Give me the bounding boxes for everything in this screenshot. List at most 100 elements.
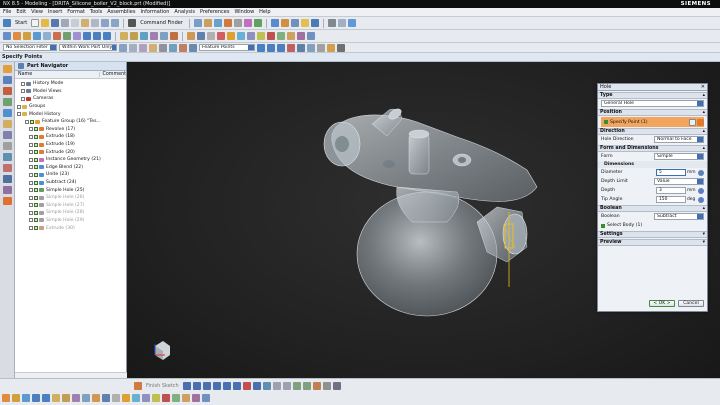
expand-toggle-icon[interactable] [29,134,33,139]
menu-insert[interactable]: Insert [48,9,62,15]
arc-icon[interactable] [202,382,211,390]
select-icon[interactable] [119,43,127,52]
undo-icon[interactable] [101,19,110,27]
delete-icon[interactable] [91,19,100,27]
menu-preferences[interactable]: Preferences [200,9,229,15]
menu-format[interactable]: Format [67,9,85,15]
tree-row[interactable]: Revolve (17) [15,126,126,134]
tree-row[interactable]: Edge Blend (22) [15,164,126,172]
unite-icon[interactable] [32,394,40,402]
point-dialog-icon[interactable] [697,118,704,126]
shell-icon[interactable] [150,32,158,40]
snap-existing-point-icon[interactable] [327,43,335,52]
tree-row[interactable]: Feature Group (16) "Tes... [15,118,126,126]
trim-icon[interactable] [272,382,281,390]
snap-icon[interactable] [337,43,345,52]
fillet-icon[interactable] [222,382,231,390]
menu-tools[interactable]: Tools [90,9,102,15]
mirror-curve-icon[interactable] [312,382,321,390]
project-curve-icon[interactable] [182,394,190,402]
tools-icon[interactable] [203,19,212,27]
model-icon[interactable] [253,19,262,27]
draft-icon[interactable] [140,32,148,40]
visibility-checkbox[interactable] [34,226,38,231]
snap-point-on-curve-icon[interactable] [307,43,315,52]
menu-file[interactable]: File [3,9,11,15]
sketch-settings-icon[interactable] [332,382,341,390]
replace-face-icon[interactable] [277,32,285,40]
cancel-button[interactable]: Cancel [678,300,704,307]
body-icon[interactable] [189,43,197,52]
tree-row[interactable]: Subtract (24) [15,179,126,187]
boolean-dropdown[interactable]: Subtract [654,213,704,220]
history-icon[interactable] [2,131,12,139]
synchronous-icon[interactable] [247,32,255,40]
value-menu-icon[interactable] [698,187,704,194]
save-icon[interactable] [51,19,60,27]
column-name[interactable]: Name [15,72,101,77]
section-type[interactable]: Type ▴ [598,92,707,99]
tree-row[interactable]: Extrude (30) [15,224,126,232]
visibility-checkbox[interactable] [34,218,38,223]
selection-filter-dropdown[interactable]: No Selection Filter [3,44,57,51]
section-settings[interactable]: Settings ▾ [598,231,707,238]
expand-toggle-icon[interactable] [29,180,33,185]
tree-row[interactable]: Simple Hole (29) [15,217,126,225]
visibility-checkbox[interactable] [34,195,38,200]
lasso-icon[interactable] [149,43,157,52]
measure-icon[interactable] [213,19,222,27]
assembly-navigator-icon[interactable] [2,65,12,73]
more-icon[interactable] [202,394,210,402]
scope-dropdown[interactable]: Within Work Part Only [59,44,117,51]
profile-icon[interactable] [182,382,191,390]
pocket-icon[interactable] [53,32,61,40]
tree-row[interactable]: Extrude (19) [15,141,126,149]
visibility-checkbox[interactable] [34,203,38,208]
copy-icon[interactable] [71,19,80,27]
window-icon[interactable] [193,19,202,27]
thicken-icon[interactable] [217,32,225,40]
web-browser-icon[interactable] [2,120,12,128]
finish-sketch-button[interactable]: Finish Sketch [146,383,179,389]
menu-information[interactable]: Information [140,9,169,15]
layer-icon[interactable] [310,19,319,27]
view-triad-icon[interactable] [154,341,170,360]
expand-toggle-icon[interactable] [29,142,33,147]
expand-toggle-icon[interactable] [25,119,29,124]
system-materials-icon[interactable] [2,142,12,150]
visibility-checkbox[interactable] [34,188,38,193]
datum-csys-icon[interactable] [162,394,170,402]
expand-toggle-icon[interactable] [21,81,25,86]
column-comment[interactable]: Comment [100,72,126,77]
value-menu-icon[interactable] [698,196,704,203]
point-icon[interactable] [252,382,261,390]
visibility-checkbox[interactable] [30,119,34,124]
line-icon[interactable] [192,382,201,390]
sketch-plane-icon[interactable] [3,32,11,40]
revolve-icon[interactable] [12,394,20,402]
depth-input[interactable]: 3 [656,187,686,194]
menu-window[interactable]: Window [234,9,254,15]
hole-type-dropdown[interactable]: General Hole [601,100,704,107]
expand-toggle-icon[interactable] [29,157,33,162]
surface-icon[interactable] [280,19,289,27]
tree-row[interactable]: Simple Hole (28) [15,209,126,217]
more-icon[interactable] [307,32,315,40]
shell-icon[interactable] [72,394,80,402]
visibility-checkbox[interactable] [34,150,38,155]
snap-center-icon[interactable] [277,43,285,52]
extrude-icon[interactable] [2,394,10,402]
chamfer-icon[interactable] [130,32,138,40]
menu-analysis[interactable]: Analysis [174,9,195,15]
visibility-checkbox[interactable] [34,180,38,185]
pattern-icon[interactable] [92,394,100,402]
datum-icon[interactable] [270,19,279,27]
visibility-checkbox[interactable] [34,157,38,162]
value-menu-icon[interactable] [698,169,704,176]
snap-quadrant-icon[interactable] [297,43,305,52]
tip-angle-input[interactable]: 150 [656,196,686,203]
tree-row[interactable]: Groups [15,103,126,111]
curve-rule-icon[interactable] [169,43,177,52]
binoculars-icon[interactable] [128,19,137,27]
expand-toggle-icon[interactable] [29,218,33,223]
